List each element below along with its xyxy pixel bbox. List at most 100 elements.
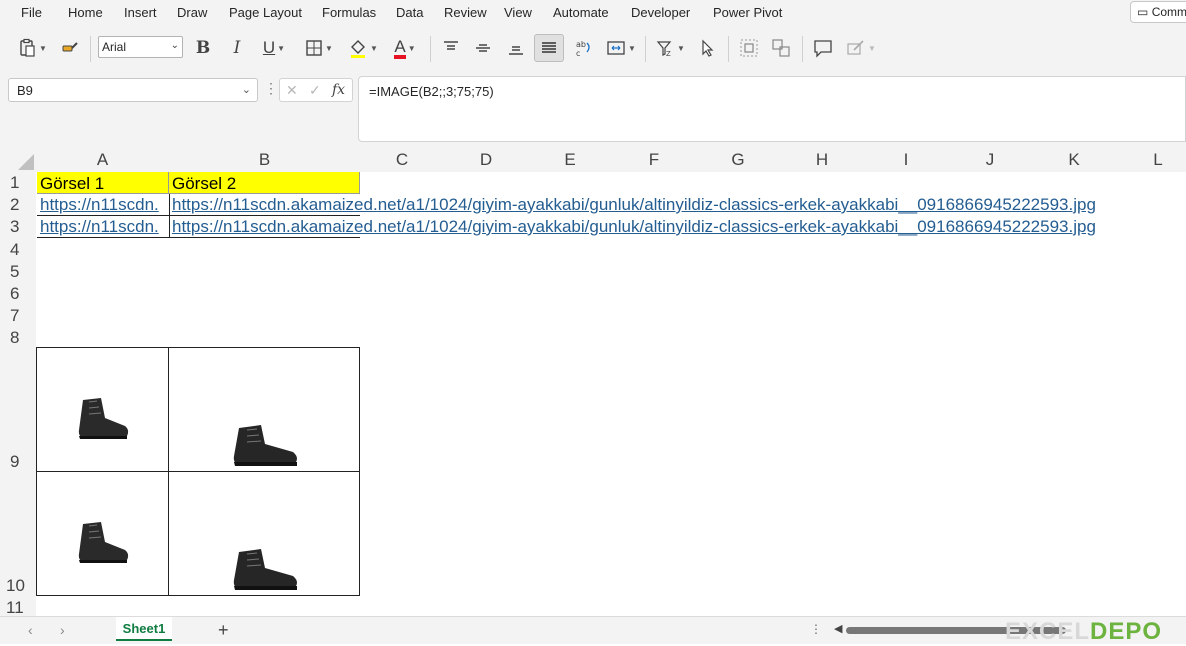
font-name-select[interactable]: Arial ⌄ <box>98 36 183 58</box>
new-comment-button[interactable] <box>810 34 836 62</box>
formula-controls: ✕ ✓ fx <box>279 78 353 102</box>
name-box-value: B9 <box>17 83 33 98</box>
add-sheet-button[interactable]: + <box>218 620 229 641</box>
cell-a9-image[interactable] <box>36 347 169 472</box>
cell-b10-image[interactable] <box>168 471 360 596</box>
column-header-h[interactable]: H <box>780 150 864 172</box>
menu-view[interactable]: View <box>504 5 532 20</box>
column-header-e[interactable]: E <box>528 150 612 172</box>
borders-icon <box>306 40 322 56</box>
boot-image <box>233 549 297 590</box>
column-header-l[interactable]: L <box>1116 150 1186 172</box>
menu-formulas[interactable]: Formulas <box>322 5 376 20</box>
paste-button[interactable]: ▼ <box>14 34 50 62</box>
format-painter-button[interactable] <box>56 34 84 62</box>
menu-data[interactable]: Data <box>396 5 423 20</box>
align-bottom-button[interactable] <box>503 34 529 62</box>
cell-b2[interactable]: https://n11scdn.akamaized.net/a1/1024/gi… <box>169 194 1159 216</box>
menu-draw[interactable]: Draw <box>177 5 207 20</box>
row-header-2[interactable]: 2 <box>0 195 36 215</box>
ungroup-icon <box>772 39 790 57</box>
cell-b9-image[interactable] <box>168 347 360 472</box>
row-header-4[interactable]: 4 <box>0 240 36 260</box>
row-header-7[interactable]: 7 <box>0 306 36 326</box>
italic-button[interactable]: I <box>224 34 250 62</box>
row-header-1[interactable]: 1 <box>0 173 36 193</box>
row-header-3[interactable]: 3 <box>0 217 36 237</box>
justify-button[interactable] <box>534 34 564 62</box>
menu-page-layout[interactable]: Page Layout <box>229 5 302 20</box>
menu-review[interactable]: Review <box>444 5 487 20</box>
menu-insert[interactable]: Insert <box>124 5 157 20</box>
column-header-k[interactable]: K <box>1032 150 1116 172</box>
align-top-button[interactable] <box>438 34 464 62</box>
format-cells-button[interactable]: ▼ <box>842 34 880 62</box>
row-header-11[interactable]: 11 <box>0 598 36 618</box>
row-header-8[interactable]: 8 <box>0 328 36 348</box>
ungroup-button[interactable] <box>768 34 794 62</box>
cell-a3[interactable]: https://n11scdn. <box>37 216 169 238</box>
justify-icon <box>542 42 556 53</box>
font-name-value: Arial <box>102 40 127 54</box>
boot-image <box>78 398 129 439</box>
align-middle-button[interactable] <box>470 34 496 62</box>
formula-input[interactable]: =IMAGE(B2;;3;75;75) <box>358 76 1186 142</box>
font-color-button[interactable]: A ▼ <box>386 34 424 62</box>
merge-center-button[interactable]: ▼ <box>602 34 640 62</box>
chevron-down-icon: ⌄ <box>170 40 179 51</box>
fill-color-button[interactable]: ▼ <box>344 34 382 62</box>
watermark-text-2: DEPO <box>1090 618 1163 645</box>
row-header-10[interactable]: 10 <box>0 576 36 596</box>
column-header-g[interactable]: G <box>696 150 780 172</box>
bold-button[interactable]: B <box>190 34 216 62</box>
chevron-left-icon[interactable]: ‹ <box>28 622 33 638</box>
column-header-f[interactable]: F <box>612 150 696 172</box>
insert-function-icon[interactable]: fx <box>332 82 345 98</box>
column-header-b[interactable]: B <box>169 150 360 172</box>
align-bottom-icon <box>509 46 523 55</box>
menu-developer[interactable]: Developer <box>631 5 690 20</box>
more-options-icon[interactable]: ⋮ <box>810 622 822 636</box>
group-icon <box>740 39 758 57</box>
name-box[interactable]: B9 ⌄ <box>8 78 258 102</box>
cell-a1[interactable]: Görsel 1 <box>37 172 169 194</box>
paste-icon <box>20 38 35 57</box>
column-header-c[interactable]: C <box>360 150 444 172</box>
chevron-right-icon[interactable]: › <box>60 622 65 638</box>
row-header-6[interactable]: 6 <box>0 284 36 304</box>
sheet-tab-sheet1[interactable]: Sheet1 <box>116 617 172 641</box>
column-header-j[interactable]: J <box>948 150 1032 172</box>
align-middle-icon <box>476 44 490 52</box>
borders-button[interactable]: ▼ <box>300 34 338 62</box>
svg-text:ab: ab <box>576 40 586 49</box>
menu-home[interactable]: Home <box>68 5 103 20</box>
cell-a2[interactable]: https://n11scdn. <box>37 194 169 216</box>
enter-icon[interactable]: ✓ <box>309 82 321 99</box>
menu-file[interactable]: File <box>21 5 42 20</box>
menu-bar: File Home Insert Draw Page Layout Formul… <box>0 0 1186 26</box>
wrap-text-button[interactable]: ab c <box>570 34 596 62</box>
row-header-9[interactable]: 9 <box>0 452 36 472</box>
menu-power-pivot[interactable]: Power Pivot <box>713 5 782 20</box>
cell-b3[interactable]: https://n11scdn.akamaized.net/a1/1024/gi… <box>169 216 1159 238</box>
select-all-corner[interactable] <box>0 148 36 172</box>
column-header-d[interactable]: D <box>444 150 528 172</box>
watermark-text-1: EXCEL <box>1005 618 1091 645</box>
scroll-left-icon[interactable]: ◀ <box>834 622 842 635</box>
group-button[interactable] <box>736 34 762 62</box>
comments-label: Comments <box>1151 5 1186 19</box>
comments-button[interactable]: ▭ Comments <box>1130 1 1186 23</box>
sort-filter-button[interactable]: Z ▼ <box>651 34 689 62</box>
cell-a10-image[interactable] <box>36 471 169 596</box>
column-header-i[interactable]: I <box>864 150 948 172</box>
cell-border <box>37 215 360 216</box>
menu-automate[interactable]: Automate <box>553 5 609 20</box>
cancel-icon[interactable]: ✕ <box>286 82 298 99</box>
row-header-5[interactable]: 5 <box>0 262 36 282</box>
underline-button[interactable]: U ▼ <box>256 34 292 62</box>
select-button[interactable] <box>694 34 720 62</box>
column-header-a[interactable]: A <box>36 150 169 172</box>
cell-border <box>37 237 360 238</box>
more-options-icon[interactable]: ⋮ <box>264 80 278 97</box>
cell-b1[interactable]: Görsel 2 <box>169 172 360 194</box>
